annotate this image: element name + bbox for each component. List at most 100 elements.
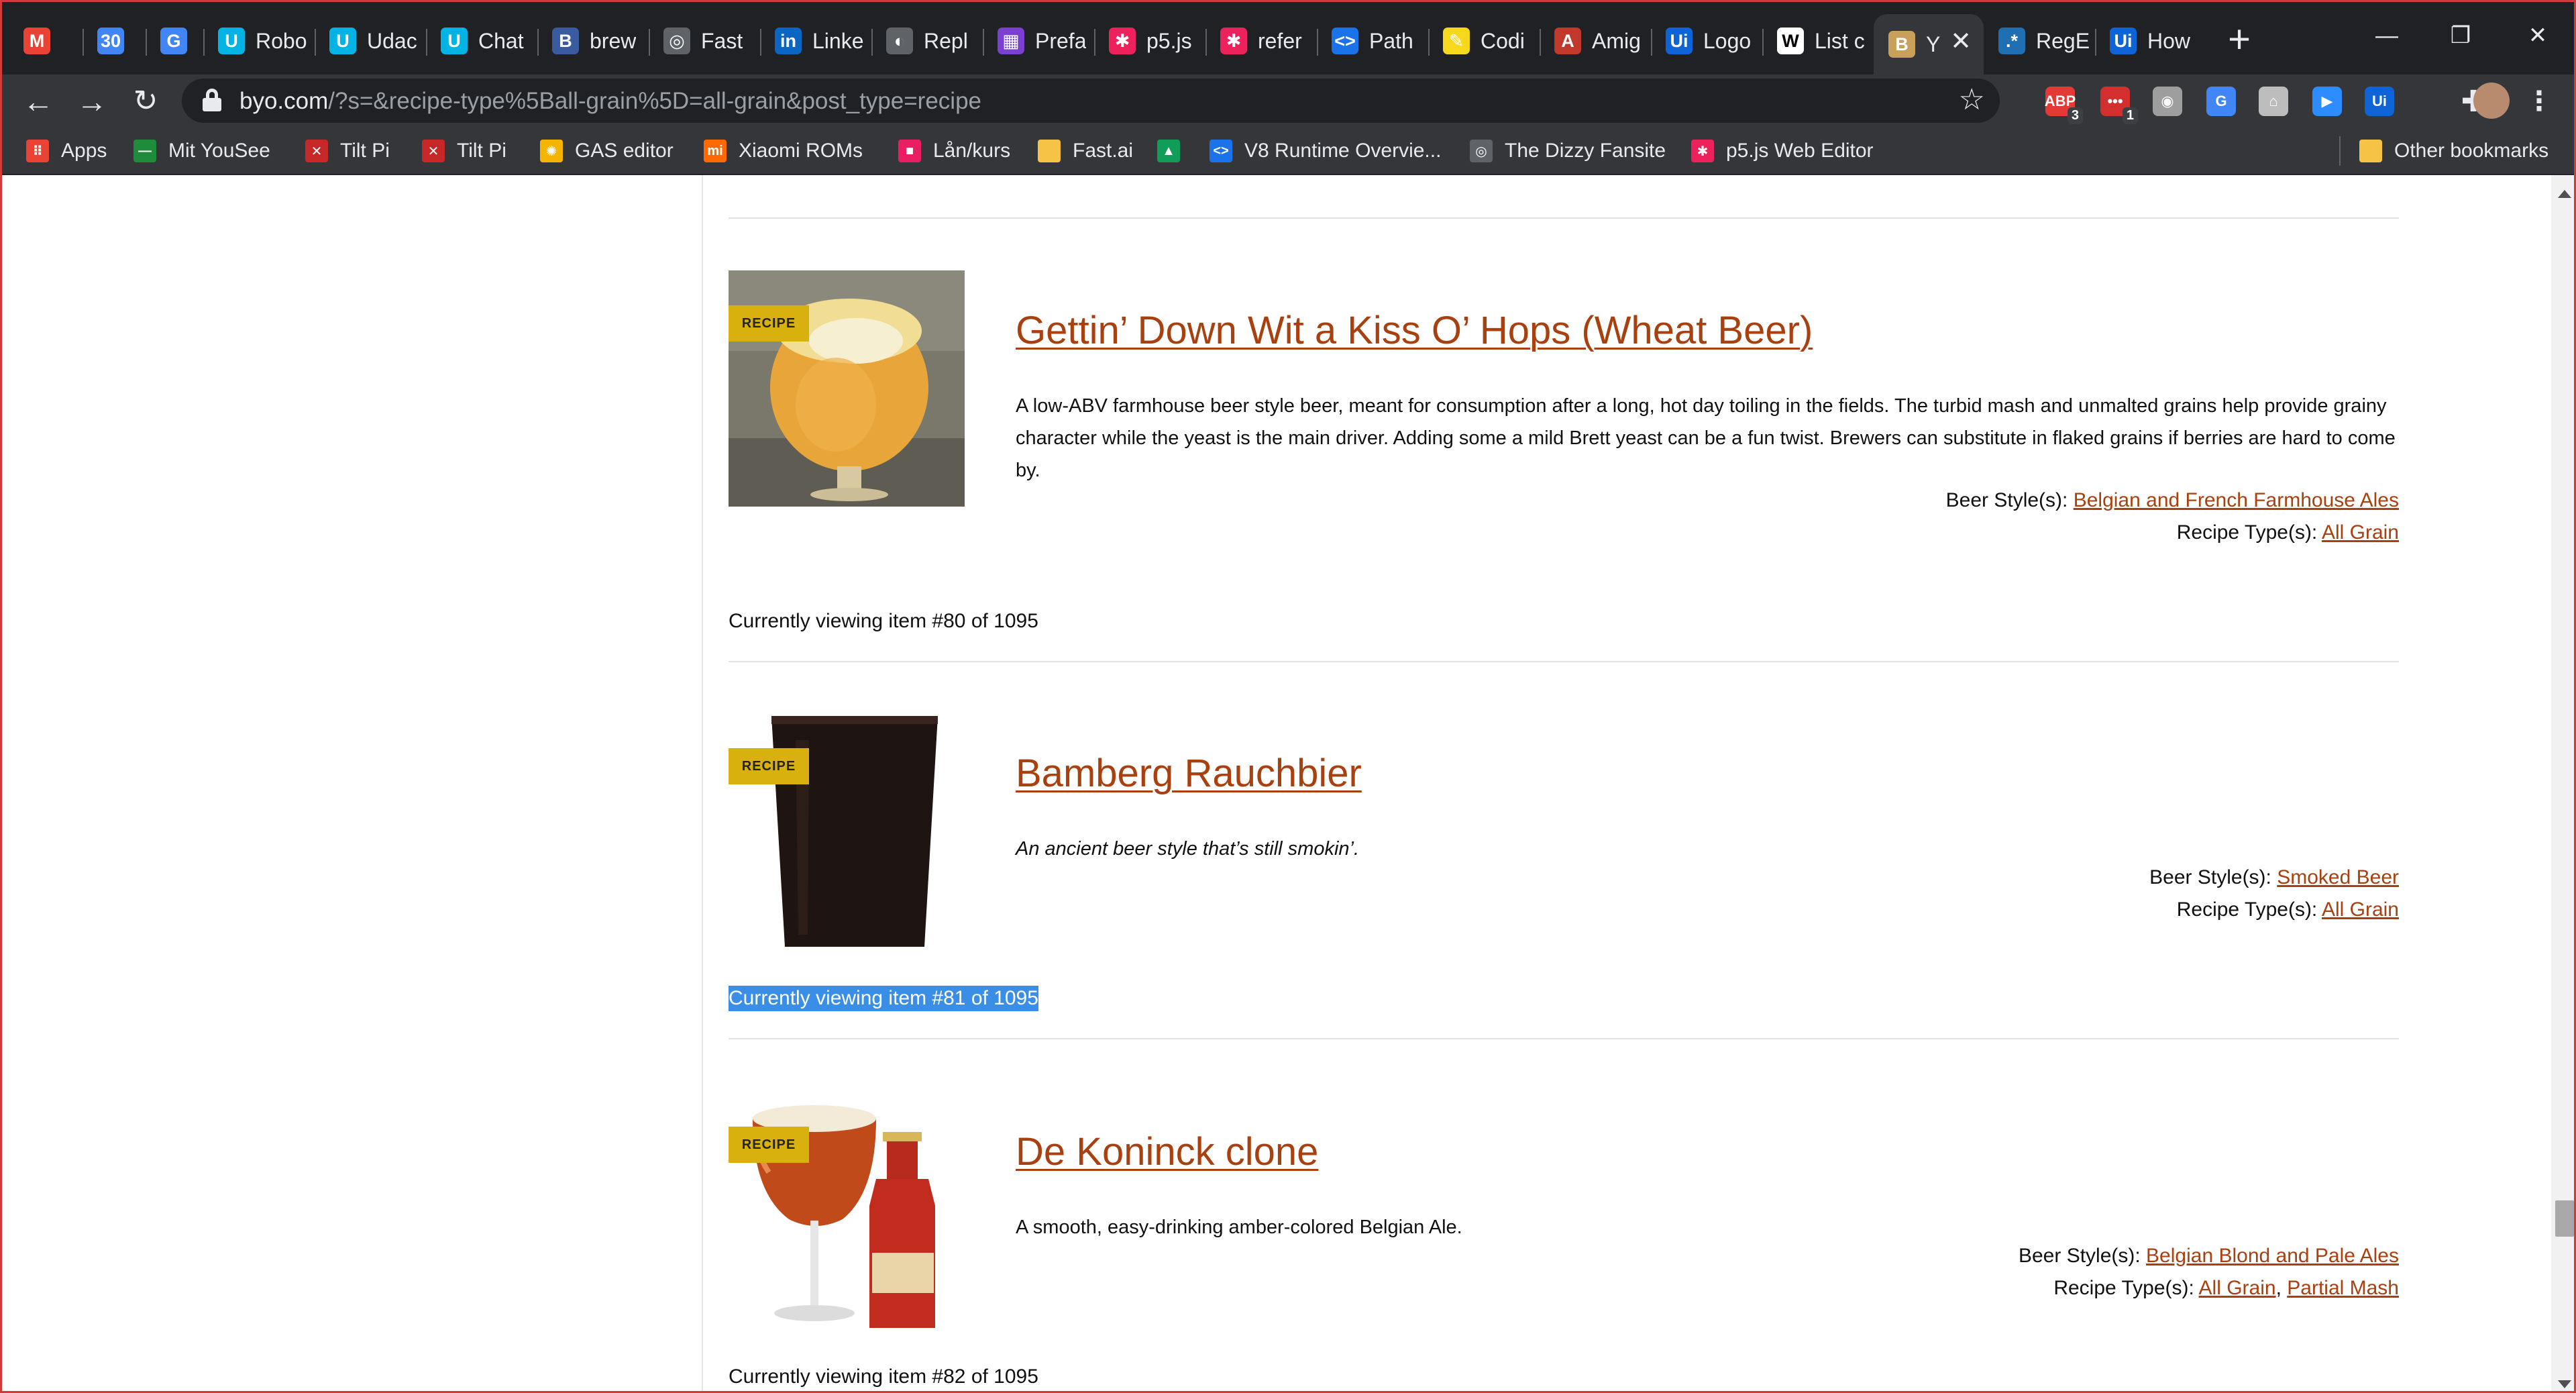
recipe-thumbnail[interactable]: RECIPE: [729, 1092, 965, 1328]
translate-extension-icon[interactable]: G: [2206, 87, 2236, 116]
beer-style-link[interactable]: Smoked Beer: [2277, 866, 2399, 888]
back-button[interactable]: ←: [17, 80, 60, 123]
tab-byo-active[interactable]: B Y ✕: [1874, 14, 1984, 74]
bookmarks-bar: ⠿ Apps — Mit YouSee ✕ Tilt Pi ✕ Tilt Pi ✺ GAS edi…: [2, 127, 2574, 175]
udacity-icon: U: [218, 28, 245, 54]
extension-badge: 3: [2067, 107, 2083, 124]
avatar[interactable]: [2473, 83, 2510, 119]
translate-icon: G: [160, 28, 187, 54]
recipe-thumbnail[interactable]: RECIPE: [729, 270, 965, 507]
recipe-thumbnail[interactable]: RECIPE: [729, 713, 965, 949]
tab-chat[interactable]: U Chat: [426, 14, 537, 68]
new-tab-button[interactable]: +: [2218, 19, 2261, 62]
tab-how[interactable]: Ui How: [2095, 14, 2206, 68]
address-bar[interactable]: byo.com/?s=&recipe-type%5Ball-grain%5D=a…: [182, 79, 2000, 123]
bookmark-l-n-kurs[interactable]: ■ Lån/kurs: [898, 138, 1010, 164]
tab-path[interactable]: <> Path: [1317, 14, 1428, 68]
bookmark-gas-editor[interactable]: ✺ GAS editor: [540, 138, 674, 164]
p5js-icon: ✱: [1220, 28, 1247, 54]
forward-button[interactable]: →: [70, 80, 113, 123]
tab-replit[interactable]: ◐ Repl: [871, 14, 983, 68]
uipath-icon: Ui: [1666, 28, 1693, 54]
bookmark-google-drive-icon[interactable]: ▲: [1157, 138, 1192, 164]
restore-button[interactable]: ❐: [2430, 15, 2491, 56]
recipe-type-link[interactable]: All Grain: [2199, 1277, 2276, 1299]
tab-logo[interactable]: Ui Logo: [1651, 14, 1762, 68]
tab-coding[interactable]: ✎ Codi: [1428, 14, 1540, 68]
tab-fast[interactable]: ◎ Fast: [649, 14, 760, 68]
browser-window: M 30 G U Robo U Udac U Chat Bbrew ◎ Fast in L…: [0, 0, 2576, 1393]
scroll-up-arrow-icon[interactable]: [2558, 190, 2571, 198]
other-bookmarks[interactable]: Other bookmarks: [2359, 138, 2548, 164]
globe-icon: ◎: [1470, 140, 1493, 162]
minimize-button[interactable]: —: [2357, 15, 2417, 56]
scroll-down-arrow-icon[interactable]: [2558, 1380, 2571, 1388]
recipe-types-line: Recipe Type(s): All Grain: [2176, 898, 2399, 921]
recipe-title-link[interactable]: Bamberg Rauchbier: [1016, 751, 1362, 796]
tab-p5js[interactable]: ✱ p5.js: [1094, 14, 1205, 68]
tab-list[interactable]: W List c: [1762, 14, 1874, 68]
apps-grid-icon: ⠿: [26, 140, 49, 162]
reload-button[interactable]: ↻: [124, 80, 167, 123]
prefab-icon: ▦: [998, 28, 1024, 54]
recipe-title-link[interactable]: Gettin’ Down Wit a Kiss O’ Hops (Wheat B…: [1016, 308, 1813, 353]
bookmark-apps[interactable]: ⠿ Apps: [26, 138, 107, 164]
bookmark-tilt-pi[interactable]: ✕ Tilt Pi: [305, 138, 390, 164]
bookmark-the-dizzy-fansite[interactable]: ◎ The Dizzy Fansite: [1470, 138, 1666, 164]
extension-badge: 1: [2122, 107, 2138, 124]
bookmark-fast-ai[interactable]: Fast.ai: [1038, 138, 1133, 164]
tab-udacity[interactable]: U Udac: [315, 14, 426, 68]
tab-robo[interactable]: U Robo: [203, 14, 315, 68]
bookmark-xiaomi-roms[interactable]: mi Xiaomi ROMs: [704, 138, 863, 164]
adblock-icon[interactable]: ABP 3: [2045, 87, 2083, 124]
brew-icon: B: [552, 28, 579, 54]
bookmark-v8-runtime-overvie[interactable]: <> V8 Runtime Overvie...: [1210, 138, 1441, 164]
uipath-extension-icon[interactable]: Ui: [2365, 87, 2394, 116]
bookmark-star-icon[interactable]: ☆: [1959, 83, 1985, 117]
replit-icon: ◐: [886, 28, 913, 54]
tab-amiga[interactable]: A Amig: [1540, 14, 1651, 68]
divider: [729, 661, 2399, 662]
tab-linkedin[interactable]: in Linke: [760, 14, 871, 68]
bookmark-tilt-pi[interactable]: ✕ Tilt Pi: [422, 138, 506, 164]
film-reel-icon[interactable]: ◉: [2153, 87, 2182, 116]
linkedin-icon: in: [775, 28, 802, 54]
regex-icon: .*: [1998, 28, 2025, 54]
tilt-pi-icon: ✕: [422, 140, 445, 162]
recipe-types-line: Recipe Type(s): All Grain: [2176, 521, 2399, 544]
tab-reference[interactable]: ✱ refer: [1205, 14, 1317, 68]
udacity-icon: U: [329, 28, 356, 54]
google-drive-icon: ▲: [1157, 140, 1180, 162]
url-text[interactable]: byo.com/?s=&recipe-type%5Ball-grain%5D=a…: [239, 88, 981, 115]
menu-kebab-icon[interactable]: ⋮: [2524, 87, 2554, 116]
beer-style-link[interactable]: Belgian and French Farmhouse Ales: [2074, 489, 2399, 511]
recipe-description: An ancient beer style that’s still smoki…: [1016, 838, 1360, 860]
bookmark-p5-js-web-editor[interactable]: ✱ p5.js Web Editor: [1691, 138, 1874, 164]
byo-icon: B: [1888, 31, 1915, 58]
viewing-status-selected: Currently viewing item #81 of 1095: [729, 986, 1038, 1011]
amiga-icon: A: [1554, 28, 1581, 54]
gas-icon: ✺: [540, 140, 563, 162]
tab-regex[interactable]: .* RegE: [1984, 14, 2095, 68]
scrollbar-thumb[interactable]: [2555, 1200, 2574, 1237]
recipe-title-link[interactable]: De Koninck clone: [1016, 1129, 1318, 1174]
close-tab-icon[interactable]: ✕: [1950, 26, 1972, 56]
bookmark-mit-yousee[interactable]: — Mit YouSee: [133, 138, 270, 164]
recipe-type-link[interactable]: All Grain: [2322, 898, 2399, 921]
todo-extension-icon[interactable]: ••• 1: [2100, 87, 2138, 124]
tab-brew[interactable]: Bbrew: [537, 14, 649, 68]
beer-styles-line: Beer Style(s): Belgian and French Farmho…: [1945, 489, 2399, 511]
beer-style-link[interactable]: Belgian Blond and Pale Ales: [2146, 1245, 2399, 1267]
close-window-button[interactable]: ✕: [2508, 15, 2568, 56]
lock-icon: [202, 89, 222, 113]
recipe-type-link[interactable]: Partial Mash: [2287, 1277, 2399, 1299]
recipe-type-link[interactable]: All Grain: [2322, 521, 2399, 544]
tab-prefab[interactable]: ▦ Prefa: [983, 14, 1094, 68]
udacity-icon: U: [441, 28, 468, 54]
page-scrollbar[interactable]: [2551, 175, 2574, 1391]
tampermonkey-icon[interactable]: ⌂: [2259, 87, 2288, 116]
gmail-icon: M: [23, 28, 50, 54]
google-dev-icon: <>: [1210, 140, 1232, 162]
zoom-icon[interactable]: ▶: [2312, 87, 2342, 116]
beer-styles-line: Beer Style(s): Belgian Blond and Pale Al…: [2018, 1245, 2399, 1267]
